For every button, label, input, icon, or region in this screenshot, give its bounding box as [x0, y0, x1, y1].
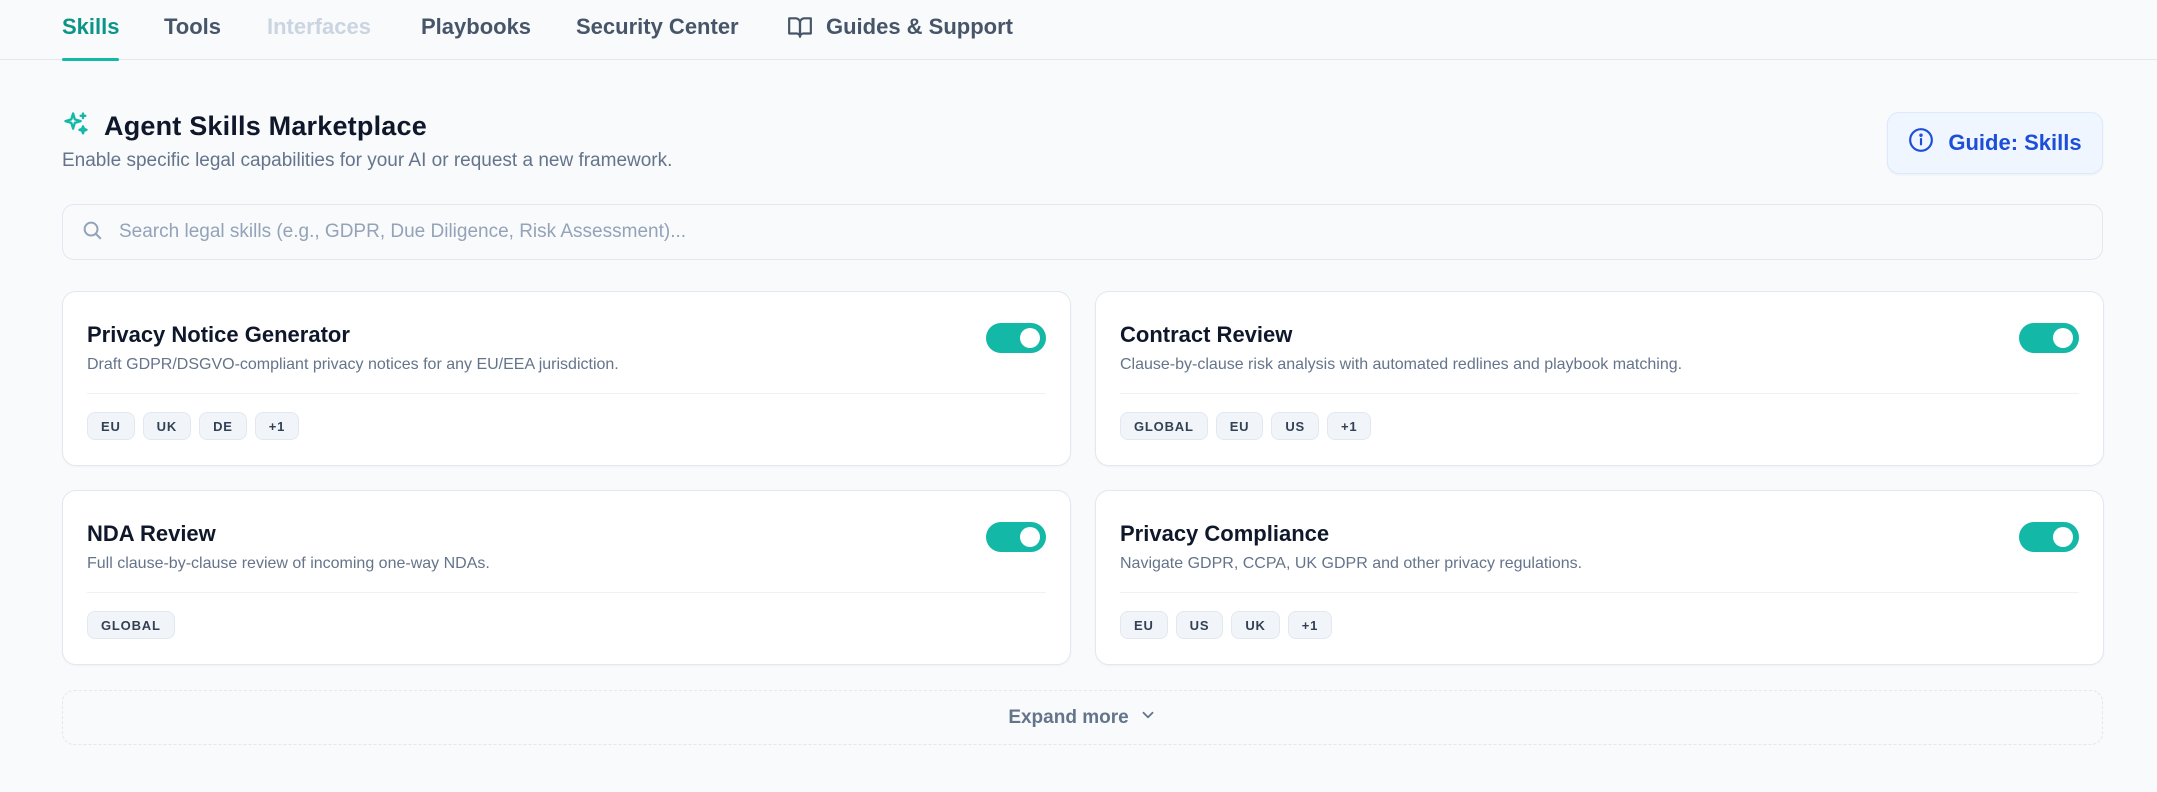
tab-label: Playbooks [421, 14, 532, 39]
jurisdiction-tag: EU [1120, 611, 1168, 639]
tab-label: Security Center [576, 14, 739, 39]
tab-guides-support[interactable]: Guides & Support [786, 0, 1013, 60]
tab-skills[interactable]: Skills [62, 0, 120, 61]
jurisdiction-tags: GLOBAL [87, 611, 175, 639]
skill-card-nda-review: NDA Review Full clause-by-clause review … [62, 490, 1071, 665]
tab-label: Interfaces [267, 14, 371, 39]
skill-enabled-toggle[interactable] [2019, 323, 2079, 353]
book-open-icon [786, 14, 814, 40]
tab-label: Tools [164, 14, 222, 39]
expand-more-label: Expand more [1008, 706, 1129, 728]
jurisdiction-tags: EU US UK +1 [1120, 611, 1333, 639]
skill-title: Privacy Compliance [1120, 521, 1330, 546]
toggle-knob [2053, 527, 2073, 547]
toggle-knob [1020, 328, 1040, 348]
more-tags-badge[interactable]: +1 [1327, 412, 1372, 440]
jurisdiction-tag: EU [1215, 412, 1264, 440]
tab-security-center[interactable]: Security Center [576, 0, 739, 60]
skill-title: Contract Review [1120, 322, 1293, 347]
tab-tools[interactable]: Tools [164, 0, 221, 60]
skill-description: Draft GDPR/DSGVO-compliant privacy notic… [87, 356, 619, 373]
jurisdiction-tag: DE [199, 412, 247, 440]
jurisdiction-tags: EU UK DE +1 [87, 412, 300, 440]
expand-more-button[interactable]: Expand more [62, 690, 2103, 745]
more-tags-badge[interactable]: +1 [1287, 611, 1333, 639]
jurisdiction-tag: US [1175, 611, 1224, 639]
jurisdiction-tag: GLOBAL [1120, 412, 1208, 440]
toggle-knob [1020, 527, 1040, 547]
search-icon [81, 219, 103, 246]
toggle-knob [2053, 328, 2073, 348]
info-icon [1908, 127, 1934, 159]
top-nav: Skills Tools Interfaces Playbooks Securi… [0, 0, 2157, 61]
skill-enabled-toggle[interactable] [986, 522, 1046, 552]
jurisdiction-tag: EU [87, 412, 135, 440]
page-title: Agent Skills Marketplace [104, 111, 427, 141]
jurisdiction-tag: US [1271, 412, 1320, 440]
page-subtitle: Enable specific legal capabilities for y… [62, 150, 673, 171]
guide-button-label: Guide: Skills [1948, 130, 2082, 155]
more-tags-badge[interactable]: +1 [254, 412, 300, 440]
jurisdiction-tags: GLOBAL EU US +1 [1120, 412, 1372, 440]
skill-enabled-toggle[interactable] [2019, 522, 2079, 552]
divider [1120, 393, 2079, 394]
search-input[interactable] [119, 205, 2102, 259]
chevron-down-icon [1139, 706, 1157, 730]
jurisdiction-tag: UK [1231, 611, 1280, 639]
search-bar [62, 204, 2103, 260]
tab-label: Skills [62, 14, 120, 39]
skill-title: Privacy Notice Generator [87, 322, 350, 347]
tab-interfaces[interactable]: Interfaces [267, 0, 371, 60]
skill-description: Navigate GDPR, CCPA, UK GDPR and other p… [1120, 555, 1583, 572]
skill-description: Full clause-by-clause review of incoming… [87, 555, 490, 572]
divider [1120, 592, 2079, 593]
tab-playbooks[interactable]: Playbooks [421, 0, 531, 60]
skill-card-privacy-notice-generator: Privacy Notice Generator Draft GDPR/DSGV… [62, 291, 1071, 466]
skill-card-contract-review: Contract Review Clause-by-clause risk an… [1095, 291, 2104, 466]
skill-enabled-toggle[interactable] [986, 323, 1046, 353]
divider [87, 592, 1046, 593]
skill-card-privacy-compliance: Privacy Compliance Navigate GDPR, CCPA, … [1095, 490, 2104, 665]
tab-label: Guides & Support [826, 14, 1013, 39]
jurisdiction-tag: GLOBAL [87, 611, 175, 639]
sparkles-icon [62, 110, 90, 143]
guide-skills-button[interactable]: Guide: Skills [1887, 112, 2103, 174]
skill-description: Clause-by-clause risk analysis with auto… [1120, 356, 1683, 373]
skill-title: NDA Review [87, 521, 216, 546]
page-header: Agent Skills Marketplace [62, 110, 427, 143]
jurisdiction-tag: UK [142, 412, 192, 440]
divider [87, 393, 1046, 394]
